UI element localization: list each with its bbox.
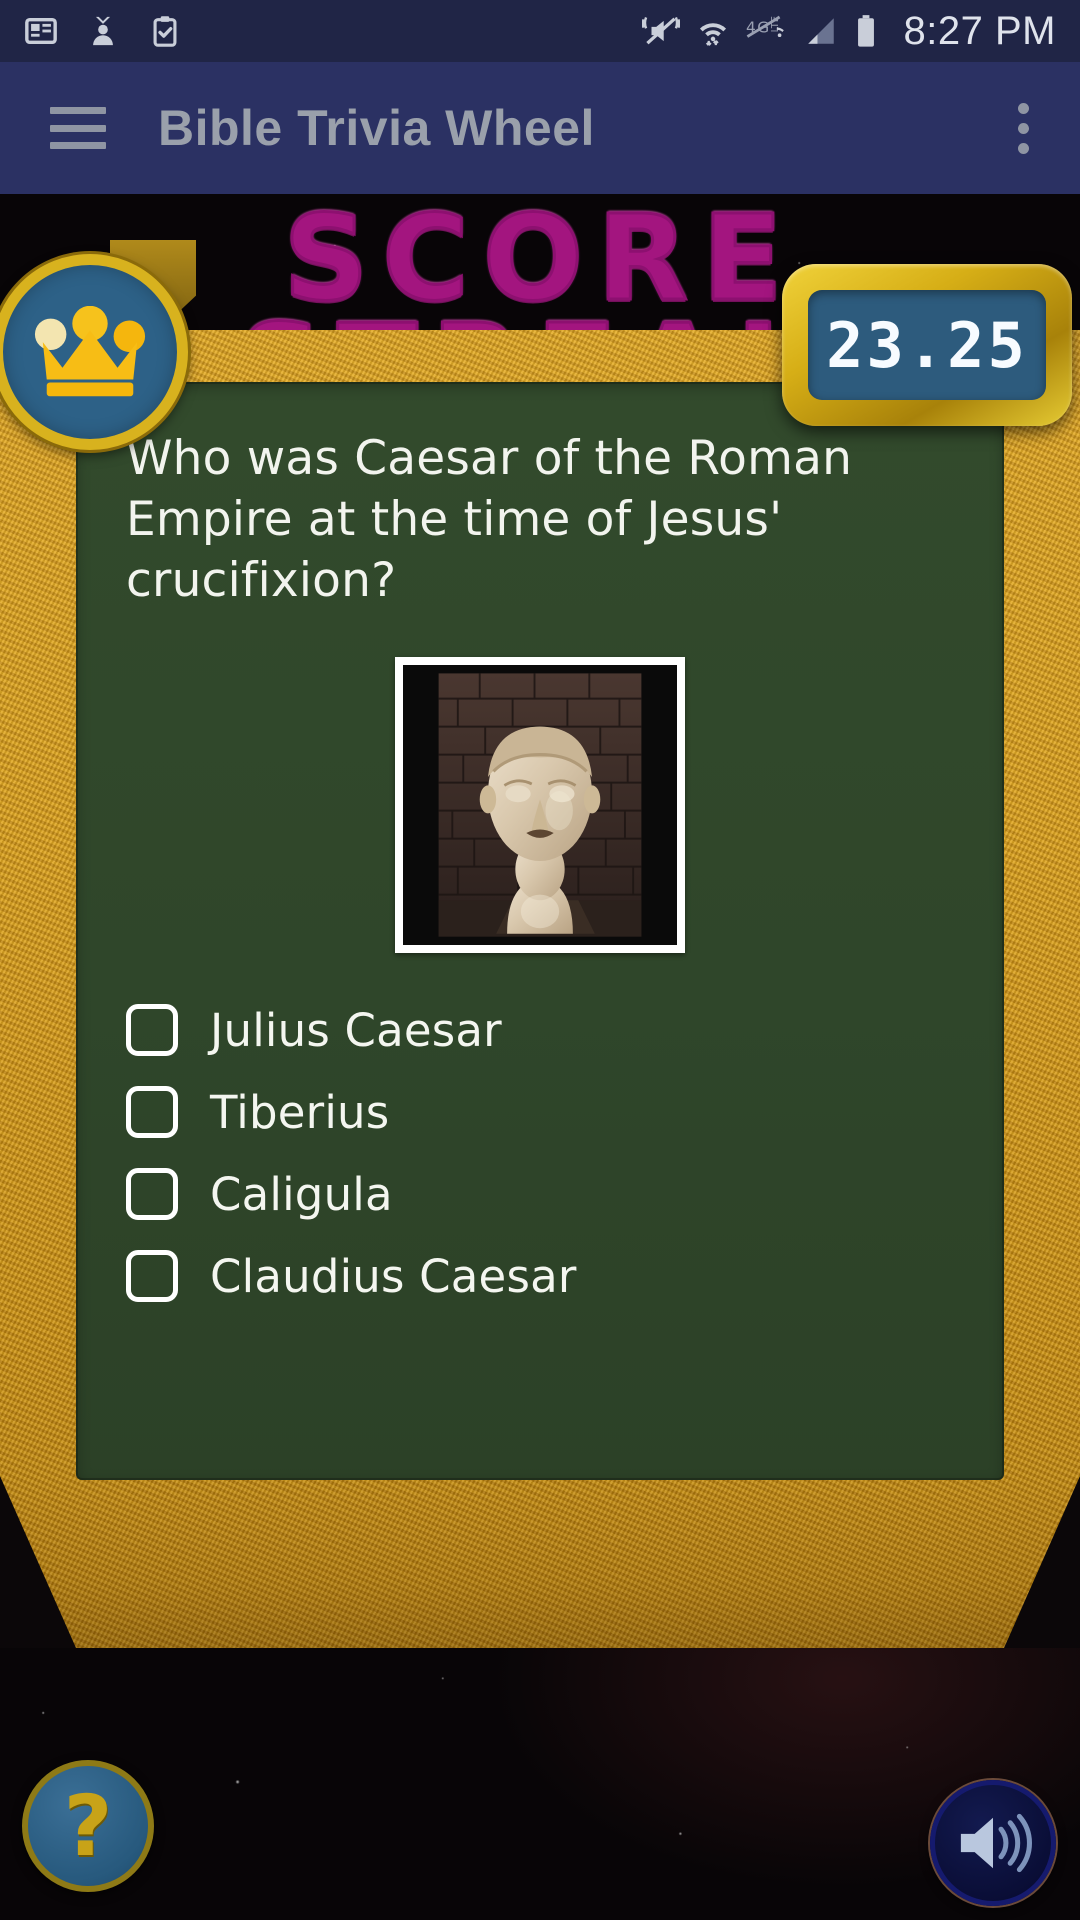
cell-signal-icon: [807, 18, 834, 44]
answer-option-label: Claudius Caesar: [210, 1249, 577, 1303]
app-bar: Bible Trivia Wheel: [0, 62, 1080, 194]
score-crown-badge[interactable]: [0, 240, 196, 450]
question-board: Who was Caesar of the Roman Empire at th…: [0, 330, 1080, 1648]
answer-option-3[interactable]: Claudius Caesar: [126, 1235, 954, 1317]
question-image-frame: [395, 657, 685, 954]
countdown-timer: 23.25: [782, 264, 1072, 426]
hamburger-line: [50, 142, 106, 149]
wifi-icon: [699, 23, 726, 46]
status-bar-right-icons: 4 G LTE 8:27 PM: [641, 8, 1056, 54]
overflow-dot: [1018, 142, 1029, 154]
answer-checkbox[interactable]: [126, 1086, 178, 1139]
app-title: Bible Trivia Wheel: [158, 100, 595, 156]
crown-badge-circle: [0, 254, 188, 450]
sound-toggle-button[interactable]: [930, 1780, 1056, 1906]
answer-option-label: Caligula: [210, 1167, 393, 1221]
score-word-line1: SCORE: [282, 194, 797, 327]
status-bar-clock: 8:27 PM: [903, 8, 1056, 53]
timer-display-screen: 23.25: [808, 290, 1046, 400]
answer-options-list: Julius Caesar Tiberius Caligula Claudius…: [126, 989, 954, 1317]
crown-icon: [34, 306, 146, 397]
speaker-on-icon: [960, 1813, 1032, 1873]
answer-option-2[interactable]: Caligula: [126, 1153, 954, 1235]
overflow-dot: [1018, 102, 1029, 114]
answer-option-1[interactable]: Tiberius: [126, 1071, 954, 1153]
board-bevel: [0, 1478, 1080, 1648]
answer-option-0[interactable]: Julius Caesar: [126, 989, 954, 1071]
overflow-dot: [1018, 122, 1029, 134]
help-button[interactable]: ?: [22, 1760, 154, 1892]
overflow-menu-icon[interactable]: [1018, 102, 1030, 154]
game-area: SCORE STREAK Who was Caesar of the Roman…: [0, 194, 1080, 1920]
hamburger-line: [50, 107, 106, 114]
status-bar-left-icons: [24, 14, 182, 48]
roman-bust-statue-image: [403, 665, 677, 946]
vibrate-mute-icon: [641, 16, 680, 45]
lte-off-icon: 4 G LTE: [746, 15, 784, 38]
roman-bust-illustration: [403, 665, 677, 946]
answer-checkbox[interactable]: [126, 1168, 178, 1221]
contact-sync-icon: [93, 16, 113, 46]
answer-option-label: Tiberius: [210, 1085, 390, 1139]
answer-checkbox[interactable]: [126, 1004, 178, 1057]
question-panel: Who was Caesar of the Roman Empire at th…: [76, 382, 1004, 1480]
hamburger-menu-icon[interactable]: [50, 107, 106, 149]
news-card-icon: [25, 17, 57, 45]
answer-option-label: Julius Caesar: [210, 1003, 502, 1057]
clipboard-check-icon: [153, 16, 177, 47]
question-mark-icon: ?: [63, 1777, 113, 1875]
answer-checkbox[interactable]: [126, 1250, 178, 1303]
battery-icon: [857, 15, 874, 47]
status-bar: 4 G LTE 8:27 PM: [0, 0, 1080, 62]
question-text: Who was Caesar of the Roman Empire at th…: [126, 431, 853, 609]
timer-value: 23.25: [826, 308, 1028, 382]
hamburger-line: [50, 124, 106, 132]
